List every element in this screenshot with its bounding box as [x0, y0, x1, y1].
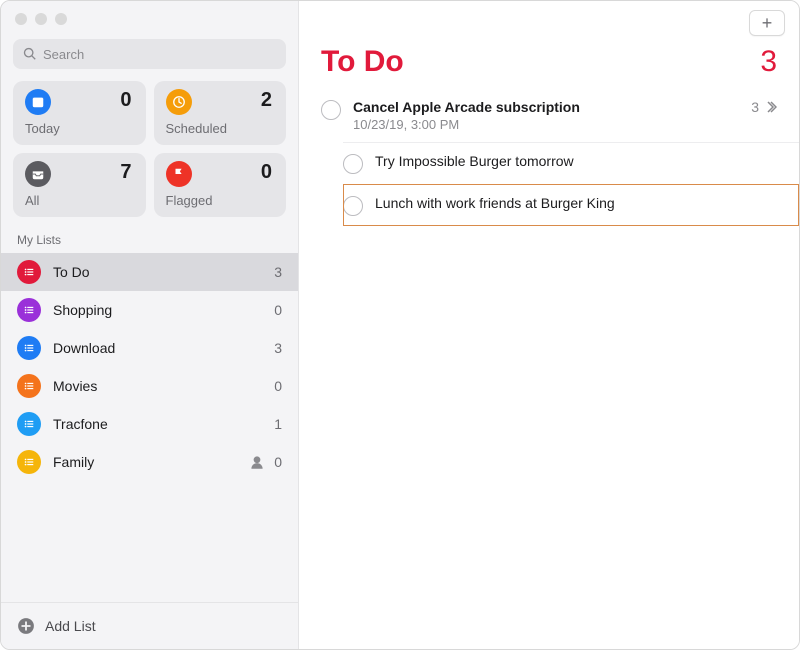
smart-lists: 0 Today 2 Scheduled 7 All [1, 81, 298, 227]
add-list-button[interactable]: Add List [1, 602, 298, 649]
complete-toggle[interactable] [321, 100, 341, 120]
minimize-icon[interactable] [35, 13, 47, 25]
toolbar: + [299, 1, 799, 45]
list-name: Tracfone [53, 416, 274, 432]
list-total-count: 3 [760, 45, 777, 79]
calendar-icon [25, 89, 51, 115]
smart-flagged-label: Flagged [166, 193, 275, 208]
reminder-row[interactable]: Try Impossible Burger tomorrow [343, 142, 799, 184]
reminder-subtitle: 10/23/19, 3:00 PM [353, 117, 751, 132]
sidebar: Search 0 Today 2 Scheduled [1, 1, 299, 649]
subtask-count: 3 [751, 99, 759, 115]
list-item-shopping[interactable]: Shopping 0 [1, 291, 298, 329]
reminder-title: Cancel Apple Arcade subscription [353, 99, 751, 115]
list-item-movies[interactable]: Movies 0 [1, 367, 298, 405]
list-name: To Do [53, 264, 274, 280]
list-name: Family [53, 454, 248, 470]
add-list-label: Add List [45, 618, 96, 634]
shared-icon [248, 453, 266, 471]
list-header: To Do 3 [299, 45, 799, 89]
page-title: To Do [321, 45, 404, 79]
smart-scheduled-count: 2 [261, 89, 272, 112]
smart-all-label: All [25, 193, 134, 208]
list-count: 0 [274, 378, 282, 394]
lists: To Do 3 Shopping 0 Download 3 Movies 0 T… [1, 253, 298, 602]
plus-circle-icon [17, 617, 35, 635]
list-item-download[interactable]: Download 3 [1, 329, 298, 367]
reminder-row[interactable]: Lunch with work friends at Burger King [343, 184, 799, 226]
search-icon [23, 47, 37, 61]
list-bullet-icon [17, 374, 41, 398]
list-item-family[interactable]: Family 0 [1, 443, 298, 481]
search-input[interactable]: Search [13, 39, 286, 69]
main: + To Do 3 Cancel Apple Arcade subscripti… [299, 1, 799, 649]
reminder-title: Try Impossible Burger tomorrow [375, 153, 777, 169]
list-bullet-icon [17, 260, 41, 284]
smart-today-label: Today [25, 121, 134, 136]
list-name: Movies [53, 378, 274, 394]
smart-scheduled-label: Scheduled [166, 121, 275, 136]
list-count: 0 [274, 302, 282, 318]
inbox-icon [25, 161, 51, 187]
my-lists-header: My Lists [1, 227, 298, 253]
list-item-tracfone[interactable]: Tracfone 1 [1, 405, 298, 443]
subtask-indicator[interactable]: 3 [751, 99, 777, 115]
smart-flagged[interactable]: 0 Flagged [154, 153, 287, 217]
smart-all[interactable]: 7 All [13, 153, 146, 217]
list-item-todo[interactable]: To Do 3 [1, 253, 298, 291]
clock-icon [166, 89, 192, 115]
smart-today-count: 0 [120, 89, 131, 112]
smart-all-count: 7 [120, 161, 131, 184]
window-controls [1, 1, 298, 31]
list-name: Shopping [53, 302, 274, 318]
smart-scheduled[interactable]: 2 Scheduled [154, 81, 287, 145]
search-placeholder: Search [43, 47, 84, 62]
flag-icon [166, 161, 192, 187]
list-bullet-icon [17, 412, 41, 436]
complete-toggle[interactable] [343, 154, 363, 174]
add-reminder-button[interactable]: + [749, 10, 785, 36]
smart-today[interactable]: 0 Today [13, 81, 146, 145]
zoom-icon[interactable] [55, 13, 67, 25]
reminder-body: Cancel Apple Arcade subscription 10/23/1… [353, 99, 751, 132]
list-count: 1 [274, 416, 282, 432]
smart-flagged-count: 0 [261, 161, 272, 184]
reminder-row[interactable]: Cancel Apple Arcade subscription 10/23/1… [317, 89, 799, 142]
reminder-body: Lunch with work friends at Burger King [375, 195, 777, 211]
reminders-window: Search 0 Today 2 Scheduled [0, 0, 800, 650]
close-icon[interactable] [15, 13, 27, 25]
plus-icon: + [762, 14, 773, 32]
list-count: 3 [274, 340, 282, 356]
list-name: Download [53, 340, 274, 356]
reminders-list: Cancel Apple Arcade subscription 10/23/1… [299, 89, 799, 226]
list-count: 0 [274, 454, 282, 470]
complete-toggle[interactable] [343, 196, 363, 216]
chevron-right-icon [765, 101, 777, 113]
reminder-body: Try Impossible Burger tomorrow [375, 153, 777, 169]
list-bullet-icon [17, 298, 41, 322]
list-bullet-icon [17, 336, 41, 360]
list-bullet-icon [17, 450, 41, 474]
reminder-title: Lunch with work friends at Burger King [375, 195, 777, 211]
list-count: 3 [274, 264, 282, 280]
